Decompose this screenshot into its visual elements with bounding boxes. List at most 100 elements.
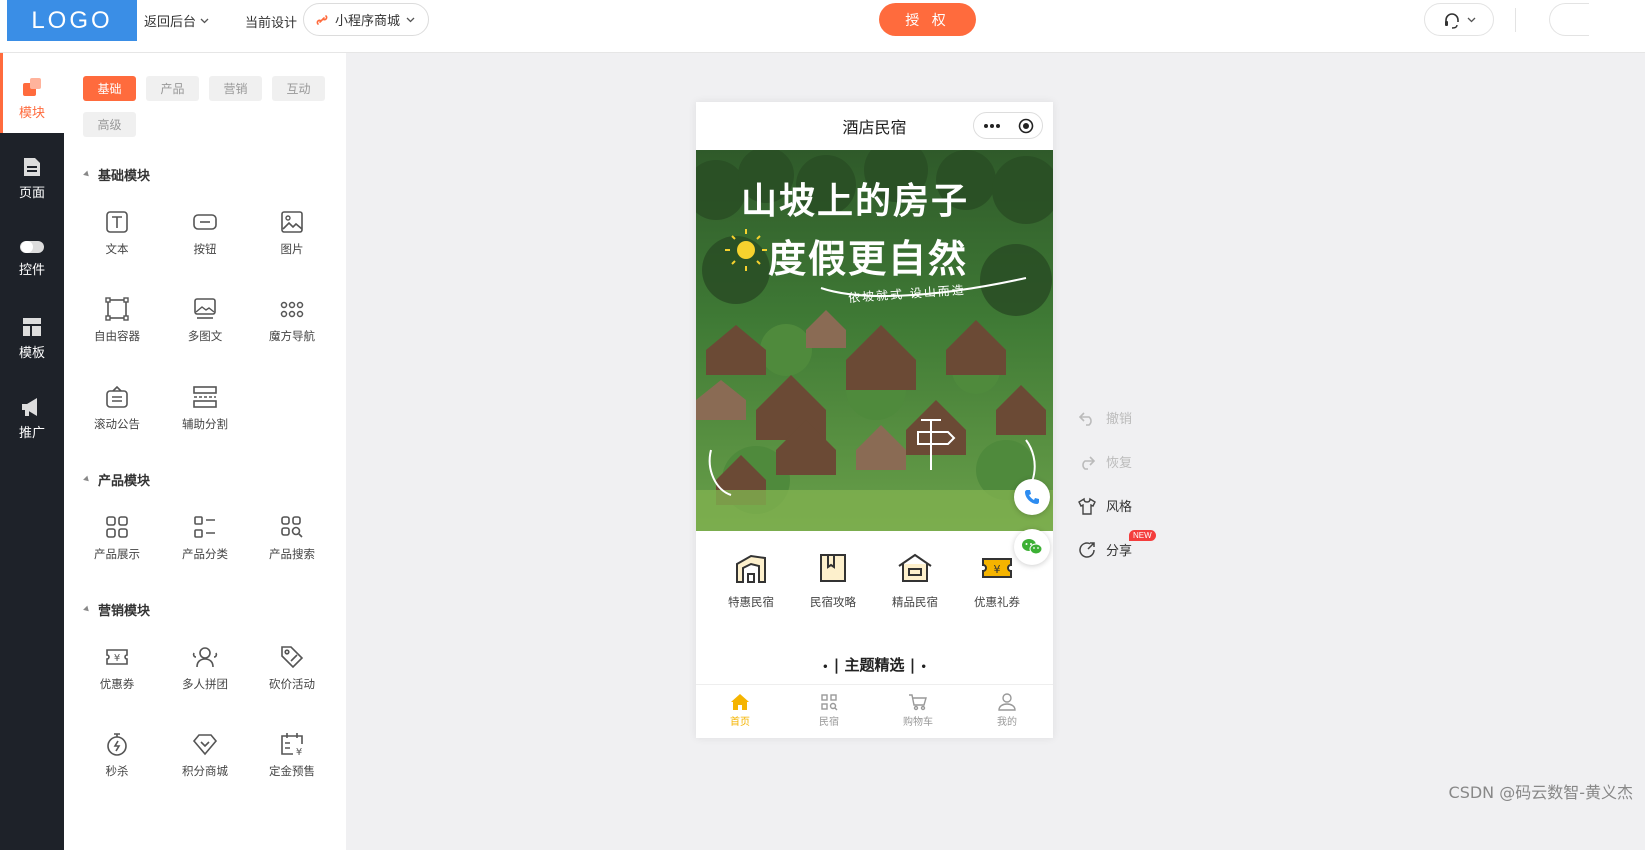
price-tag-icon xyxy=(281,646,304,669)
nav-item-label: 页面 xyxy=(18,185,45,201)
tab-home[interactable]: 首页 xyxy=(705,693,775,728)
module-bargain[interactable]: 砍价活动 xyxy=(257,644,327,704)
module-label: 秒杀 xyxy=(105,764,129,778)
svg-text:¥: ¥ xyxy=(114,653,120,664)
image-icon xyxy=(281,211,303,233)
module-image[interactable]: 图片 xyxy=(257,209,327,269)
redo-label: 恢复 xyxy=(1106,456,1133,471)
nav-item-label: 模块 xyxy=(18,105,45,121)
chip-interactive[interactable]: 互动 xyxy=(272,76,325,101)
template-icon xyxy=(23,317,41,336)
design-select[interactable]: 小程序商城 xyxy=(303,3,429,36)
module-product-display[interactable]: 产品展示 xyxy=(82,514,152,574)
tab-homestay[interactable]: 民宿 xyxy=(794,693,864,728)
megaphone-icon xyxy=(22,397,37,416)
tab-me[interactable]: 我的 xyxy=(972,693,1042,728)
share-label: 分享 xyxy=(1106,544,1133,559)
left-nav: 模块 页面 控件 模板 推广 xyxy=(0,53,64,850)
home-icon xyxy=(731,694,749,710)
icon-nav-row: 特惠民宿 民宿攻略 精品民宿 ¥ 优惠礼券 xyxy=(696,552,1053,622)
headset-icon xyxy=(1444,12,1459,29)
nav-item-label: 推广 xyxy=(18,425,45,441)
nav-item-label: 模板 xyxy=(18,345,45,361)
nav-item-templates[interactable]: 模板 xyxy=(0,303,64,373)
notice-icon xyxy=(106,385,128,408)
customer-service-button[interactable] xyxy=(1424,3,1494,36)
section-title-marketing[interactable]: 营销模块 xyxy=(83,600,150,619)
undo-label: 撤销 xyxy=(1106,412,1133,427)
module-free-container[interactable]: 自由容器 xyxy=(82,296,152,356)
redo-button[interactable]: 恢复 xyxy=(1078,452,1132,471)
section-title-basic[interactable]: 基础模块 xyxy=(83,165,150,184)
section-title-product[interactable]: 产品模块 xyxy=(83,470,150,489)
banner-headline-1: 山坡上的房子 xyxy=(741,181,970,222)
nav-item-page[interactable]: 页面 xyxy=(0,143,64,213)
icon-nav-discount-homestay[interactable]: 特惠民宿 xyxy=(710,552,792,610)
back-to-admin-button[interactable]: 返回后台 xyxy=(144,11,209,30)
module-label: 优惠券 xyxy=(99,677,135,691)
theme-title-text: 主题精选 xyxy=(844,656,905,674)
module-label: 魔方导航 xyxy=(269,329,315,343)
nav-item-promotion[interactable]: 推广 xyxy=(0,383,64,453)
chip-basic[interactable]: 基础 xyxy=(83,76,136,101)
module-points-mall[interactable]: 积分商城 xyxy=(170,731,240,791)
share-button[interactable]: 分享 xyxy=(1078,540,1132,559)
module-multi-image-text[interactable]: 多图文 xyxy=(170,296,240,356)
grid-search-icon xyxy=(821,694,838,711)
module-label: 自由容器 xyxy=(94,329,140,343)
product-grid-icon xyxy=(106,516,128,538)
ticket-icon: ¥ xyxy=(982,558,1012,578)
undo-icon xyxy=(1078,411,1092,426)
logo: LOGO xyxy=(7,0,137,41)
chip-product[interactable]: 产品 xyxy=(146,76,199,101)
chevron-down-icon xyxy=(1467,17,1475,22)
module-group-buy[interactable]: 多人拼团 xyxy=(170,644,240,704)
hero-banner[interactable]: 山坡上的房子 度假更自然 依坡就式 设山而造 xyxy=(696,150,1053,531)
style-button[interactable]: 风格 xyxy=(1078,496,1132,515)
modules-icon xyxy=(23,77,41,96)
chip-advanced[interactable]: 高级 xyxy=(83,112,136,137)
redo-icon xyxy=(1082,455,1096,470)
module-label: 按钮 xyxy=(193,242,217,256)
page-title: 酒店民宿 xyxy=(842,118,907,137)
module-product-search[interactable]: 产品搜索 xyxy=(257,514,327,574)
icon-nav-label: 优惠礼券 xyxy=(974,595,1020,609)
module-label: 多图文 xyxy=(187,329,223,343)
authorize-button[interactable]: 授 权 xyxy=(879,3,976,36)
module-divider[interactable]: 辅助分割 xyxy=(170,384,240,444)
collapse-arrow-icon xyxy=(83,170,91,179)
icon-nav-premium[interactable]: 精品民宿 xyxy=(874,552,956,610)
icon-nav-label: 精品民宿 xyxy=(892,595,938,609)
module-label: 砍价活动 xyxy=(269,677,315,691)
nav-item-modules[interactable]: 模块 xyxy=(0,63,64,133)
undo-button[interactable]: 撤销 xyxy=(1078,408,1132,427)
module-label: 产品展示 xyxy=(94,547,140,561)
module-flash-sale[interactable]: 秒杀 xyxy=(82,731,152,791)
module-coupon[interactable]: ¥ 优惠券 xyxy=(82,644,152,704)
tab-cart[interactable]: 购物车 xyxy=(883,693,953,728)
module-presale[interactable]: ¥ 定金预售 xyxy=(257,731,327,791)
back-label: 返回后台 xyxy=(144,15,197,30)
module-product-category[interactable]: 产品分类 xyxy=(170,514,240,574)
module-scroll-notice[interactable]: 滚动公告 xyxy=(82,384,152,444)
icon-nav-guide[interactable]: 民宿攻略 xyxy=(792,552,874,610)
tab-label: 购物车 xyxy=(903,717,933,728)
user-menu-button[interactable] xyxy=(1549,3,1589,36)
watermark: CSDN @码云数智-黄义杰 xyxy=(1448,783,1633,802)
module-text[interactable]: 文本 xyxy=(82,209,152,269)
mini-program-capsule[interactable] xyxy=(973,112,1043,139)
share-icon xyxy=(1079,541,1095,558)
module-magic-nav[interactable]: 魔方导航 xyxy=(257,296,327,356)
chip-marketing[interactable]: 营销 xyxy=(209,76,262,101)
phone-call-button[interactable] xyxy=(1014,479,1050,515)
divider-icon xyxy=(193,386,217,408)
icon-nav-coupon[interactable]: ¥ 优惠礼券 xyxy=(956,552,1038,610)
category-list-icon xyxy=(194,516,215,538)
module-button[interactable]: 按钮 xyxy=(170,209,240,269)
nav-item-controls[interactable]: 控件 xyxy=(0,223,64,293)
house-flag-icon xyxy=(736,554,766,583)
module-label: 产品搜索 xyxy=(269,547,315,561)
banner-headline-2: 度假更自然 xyxy=(768,237,969,281)
toggle-icon xyxy=(20,240,44,253)
link-icon xyxy=(316,14,328,25)
